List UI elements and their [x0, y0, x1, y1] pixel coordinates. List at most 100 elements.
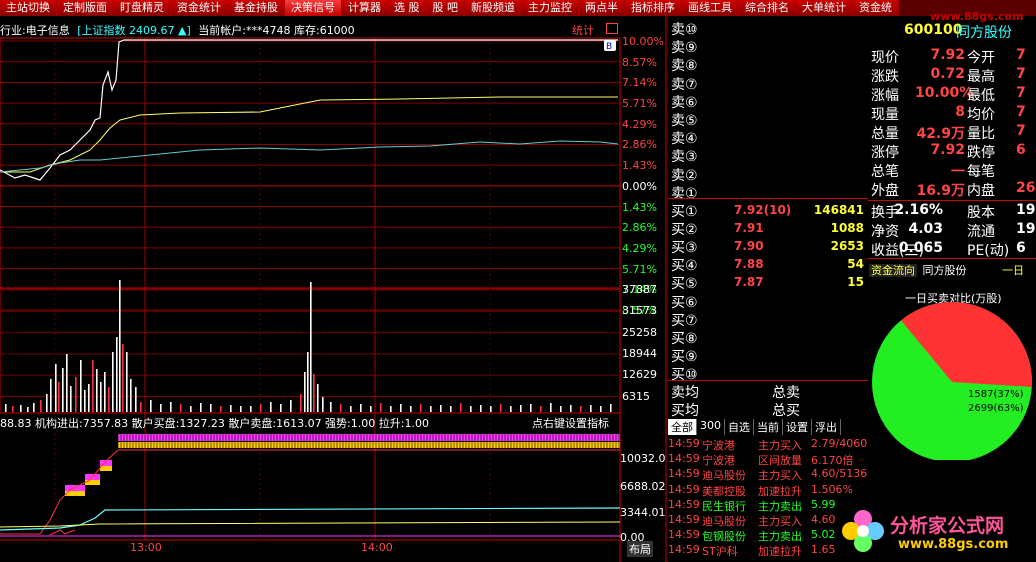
- price-axis-down-1: 2.86%: [622, 221, 657, 235]
- indicator-hint[interactable]: 点右键设置指标: [532, 415, 609, 431]
- volume-bar: [33, 403, 35, 412]
- fund-flow-stock-tab[interactable]: 同方股份: [921, 264, 969, 277]
- sell-level-label-8: 卖②: [671, 167, 698, 184]
- rows-value1-3: 8: [955, 104, 965, 120]
- volume-bar: [80, 360, 82, 412]
- time-label-1300: 13:00: [130, 541, 162, 554]
- tick-stock-name: ST沪科: [702, 545, 738, 559]
- price-axis-down-3: 5.71%: [622, 262, 657, 276]
- volume-bar: [140, 402, 142, 412]
- tick-time: 14:59: [668, 467, 700, 481]
- volume-bar: [570, 405, 572, 412]
- rows-value1-1: 0.72: [930, 66, 965, 82]
- toolbar-button-14[interactable]: 综合排名: [739, 0, 796, 16]
- volume-bar: [440, 405, 442, 412]
- sell-level-label-3: 卖⑦: [671, 76, 698, 93]
- volume-bar: [230, 405, 232, 412]
- volume-bar: [410, 406, 412, 412]
- volume-bar: [510, 406, 512, 412]
- buy-level-label-0: 买①: [671, 204, 698, 220]
- price-axis-up-1: 8.57%: [622, 55, 657, 69]
- tick-tab-4[interactable]: 设置: [783, 419, 812, 435]
- toolbar-button-13[interactable]: 画线工具: [682, 0, 739, 16]
- price-axis-down-2: 4.29%: [622, 241, 657, 255]
- rows-label1-1: 涨跌: [871, 69, 899, 85]
- rows-value1-2: 10.00%: [915, 85, 974, 101]
- tick-time: 14:59: [668, 528, 700, 542]
- rows-label1-2: 涨幅: [871, 88, 899, 104]
- volume-bar: [317, 384, 319, 412]
- rows2-value1-0: 2.16%: [894, 202, 943, 218]
- volume-bar: [590, 405, 592, 412]
- price-axis-up-0: 10.00%: [622, 35, 664, 48]
- tick-stock-name: 宁波港: [702, 454, 735, 468]
- buy-price-3: 7.88: [734, 257, 764, 272]
- volume-bar: [290, 400, 292, 412]
- volume-bar: [75, 377, 77, 412]
- volume-bar: [84, 390, 86, 412]
- toolbar-button-15[interactable]: 大单统计: [796, 0, 853, 16]
- tick-value: 5.02: [811, 528, 836, 542]
- sell-level-label-1: 卖⑨: [671, 40, 698, 57]
- rows-value2-3: 7: [1016, 104, 1026, 120]
- volume-bar: [540, 406, 542, 412]
- volume-axis-0: 37887: [622, 283, 657, 296]
- price-line: [0, 39, 618, 181]
- tick-tab-1[interactable]: 300: [697, 419, 725, 435]
- volume-bar: [430, 406, 432, 412]
- tick-stock-name: 迪马股份: [702, 515, 746, 528]
- volume-bar: [108, 387, 110, 412]
- rows-label1-5: 涨停: [871, 145, 899, 161]
- tick-value: 4.60/5136: [811, 467, 868, 481]
- price-axis-down-0: 1.43%: [622, 200, 657, 214]
- rows2-value1-2: 0.065: [898, 240, 943, 256]
- tick-stock-name: 民生银行: [702, 499, 746, 513]
- fund-flow-tab[interactable]: 资金流向: [869, 264, 917, 277]
- volume-bar: [96, 369, 98, 412]
- rows-value2-2: 7: [1016, 85, 1026, 101]
- rows-label2-0: 今开: [967, 50, 995, 66]
- tick-tab-3[interactable]: 当前: [754, 419, 783, 435]
- buy-level-label-1: 买②: [671, 222, 698, 239]
- volume-bar: [200, 403, 202, 412]
- volume-bar: [116, 337, 118, 412]
- volume-bar: [390, 406, 392, 412]
- layout-button[interactable]: 布局: [627, 541, 653, 557]
- volume-bar: [27, 407, 29, 412]
- buy-sell-pie: 1587(37%) 2699(63%): [872, 302, 1032, 460]
- volume-bar: [560, 406, 562, 412]
- total-buy-label: 总买: [772, 403, 800, 419]
- buy-price-2: 7.90: [734, 239, 764, 254]
- volume-bar: [350, 406, 352, 412]
- tick-type: 主力卖出: [758, 530, 802, 544]
- rows-value2-7: 26.: [1016, 180, 1036, 196]
- volume-bar: [58, 382, 60, 412]
- toolbar-button-16[interactable]: 资金统: [853, 0, 899, 16]
- indicator-axis-0: 10032.0: [620, 452, 666, 465]
- indicator-axis-1: 6688.02: [620, 480, 666, 493]
- period-selector[interactable]: 一日: [1002, 262, 1024, 278]
- volume-bar: [40, 400, 42, 412]
- volume-bar: [530, 404, 532, 412]
- price-axis-zero: 0.00%: [622, 179, 657, 193]
- rows-label1-7: 外盘: [871, 183, 899, 199]
- buy-volume-2: 2653: [830, 239, 864, 254]
- volume-axis-2: 25258: [622, 325, 657, 339]
- volume-bar: [66, 354, 68, 412]
- tick-tab-0[interactable]: 全部: [668, 419, 697, 435]
- rows2-value1-1: 4.03: [908, 221, 943, 237]
- buy-level-label-4: 买⑤: [671, 276, 698, 293]
- volume-bar: [310, 282, 312, 412]
- volume-bar: [70, 386, 72, 412]
- tick-tab-2[interactable]: 自选: [725, 419, 754, 435]
- rows-label2-2: 最低: [967, 88, 995, 104]
- rows2-label2-2: PE(动): [967, 243, 1010, 259]
- buy-level-label-7: 买⑧: [671, 330, 698, 347]
- volume-bar: [190, 406, 192, 412]
- tick-tab-5[interactable]: 浮出: [812, 419, 841, 435]
- rows-value1-5: 7.92: [930, 142, 965, 158]
- volume-bar: [210, 404, 212, 412]
- buy-level-label-8: 买⑨: [671, 348, 698, 365]
- buy-volume-4: 15: [847, 275, 864, 290]
- volume-bar: [100, 382, 102, 412]
